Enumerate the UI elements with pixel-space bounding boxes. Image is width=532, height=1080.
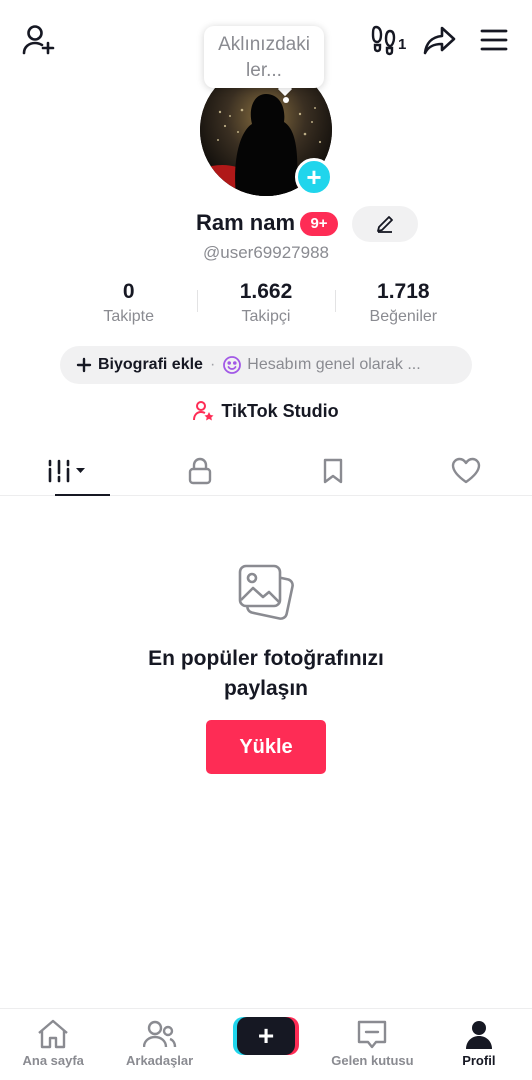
plus-icon <box>76 357 92 373</box>
stat-followers[interactable]: 1.662 Takipçi <box>197 278 334 328</box>
profile-name: Ram nam <box>196 210 296 235</box>
menu-icon[interactable] <box>478 24 510 56</box>
stat-value: 0 <box>122 280 135 303</box>
upload-button[interactable]: Yükle <box>206 720 326 774</box>
nav-label: Arkadaşlar <box>126 1053 194 1068</box>
nav-create[interactable]: + <box>213 1009 319 1080</box>
stat-label: Beğeniler <box>369 308 438 325</box>
bookmark-icon <box>323 458 342 483</box>
bubble-line-2: ler... <box>246 60 282 81</box>
notification-badge[interactable]: 9+ <box>300 212 338 236</box>
username-handle: @user69927988 <box>203 243 329 262</box>
nav-label: Ana sayfa <box>22 1053 84 1068</box>
create-icon[interactable]: + <box>237 1017 296 1055</box>
lock-icon <box>188 457 211 484</box>
add-friend-icon[interactable] <box>20 22 56 58</box>
grid-icon <box>48 459 85 482</box>
inbox-icon <box>358 1020 387 1049</box>
separator-dot: · <box>209 356 216 373</box>
tiktok-studio-link[interactable]: TikTok Studio <box>0 400 532 422</box>
home-icon <box>38 1019 68 1049</box>
stats-row: 0 Takipte 1.662 Takipçi 1.718 Beğeniler <box>60 278 472 328</box>
profile-icon <box>465 1021 492 1049</box>
nav-friends[interactable]: Arkadaşlar <box>106 1009 212 1080</box>
footprint-icon[interactable]: 1 <box>370 22 410 58</box>
thoughts-bubble[interactable]: Aklınızdaki ler... <box>204 26 324 88</box>
stat-label: Takipte <box>103 308 155 325</box>
tab-videos[interactable] <box>0 446 133 496</box>
content-tabs <box>0 446 532 496</box>
studio-icon <box>193 401 214 421</box>
tab-private[interactable] <box>133 446 266 495</box>
privacy-text: Hesabım genel olarak ... <box>247 356 421 373</box>
nav-label: Gelen kutusu <box>331 1053 414 1068</box>
add-bio-label: Biyografi ekle <box>98 356 203 373</box>
heart-icon <box>451 457 480 483</box>
stat-label: Takipçi <box>241 308 291 325</box>
nav-profile[interactable]: Profil <box>426 1009 532 1080</box>
studio-label: TikTok Studio <box>221 400 339 421</box>
stat-following[interactable]: 0 Takipte <box>60 278 197 328</box>
stat-value: 1.718 <box>377 280 430 303</box>
bottom-nav: Ana sayfa Arkadaşlar + Gelen kutusu Prof… <box>0 1008 532 1080</box>
tab-saved[interactable] <box>266 446 399 495</box>
bio-pill: Biyografi ekle · Hesabım genel olarak ..… <box>60 346 472 384</box>
name-row: Ram nam 9+ <box>0 206 532 242</box>
nav-label: Profil <box>462 1053 496 1068</box>
share-icon[interactable] <box>422 22 458 58</box>
smiley-icon <box>223 356 242 374</box>
pencil-icon <box>377 216 393 233</box>
photos-icon <box>0 560 532 624</box>
nav-inbox[interactable]: Gelen kutusu <box>319 1009 425 1080</box>
bubble-line-1: Aklınızdaki <box>218 34 310 55</box>
empty-state: En popüler fotoğrafınızı paylaşın Yükle <box>0 560 532 774</box>
nav-home[interactable]: Ana sayfa <box>0 1009 106 1080</box>
stat-value: 1.662 <box>239 280 293 303</box>
tab-liked[interactable] <box>399 446 532 495</box>
friends-icon <box>142 1020 176 1048</box>
footprint-count: 1 <box>398 36 407 53</box>
empty-title: En popüler fotoğrafınızı paylaşın <box>148 647 384 700</box>
edit-profile-button[interactable] <box>352 206 418 242</box>
privacy-status[interactable]: Hesabım genel olarak ... <box>222 355 421 375</box>
add-avatar-button[interactable]: + <box>295 158 333 196</box>
add-bio-button[interactable]: Biyografi ekle <box>76 356 203 374</box>
stat-likes[interactable]: 1.718 Beğeniler <box>334 278 472 328</box>
